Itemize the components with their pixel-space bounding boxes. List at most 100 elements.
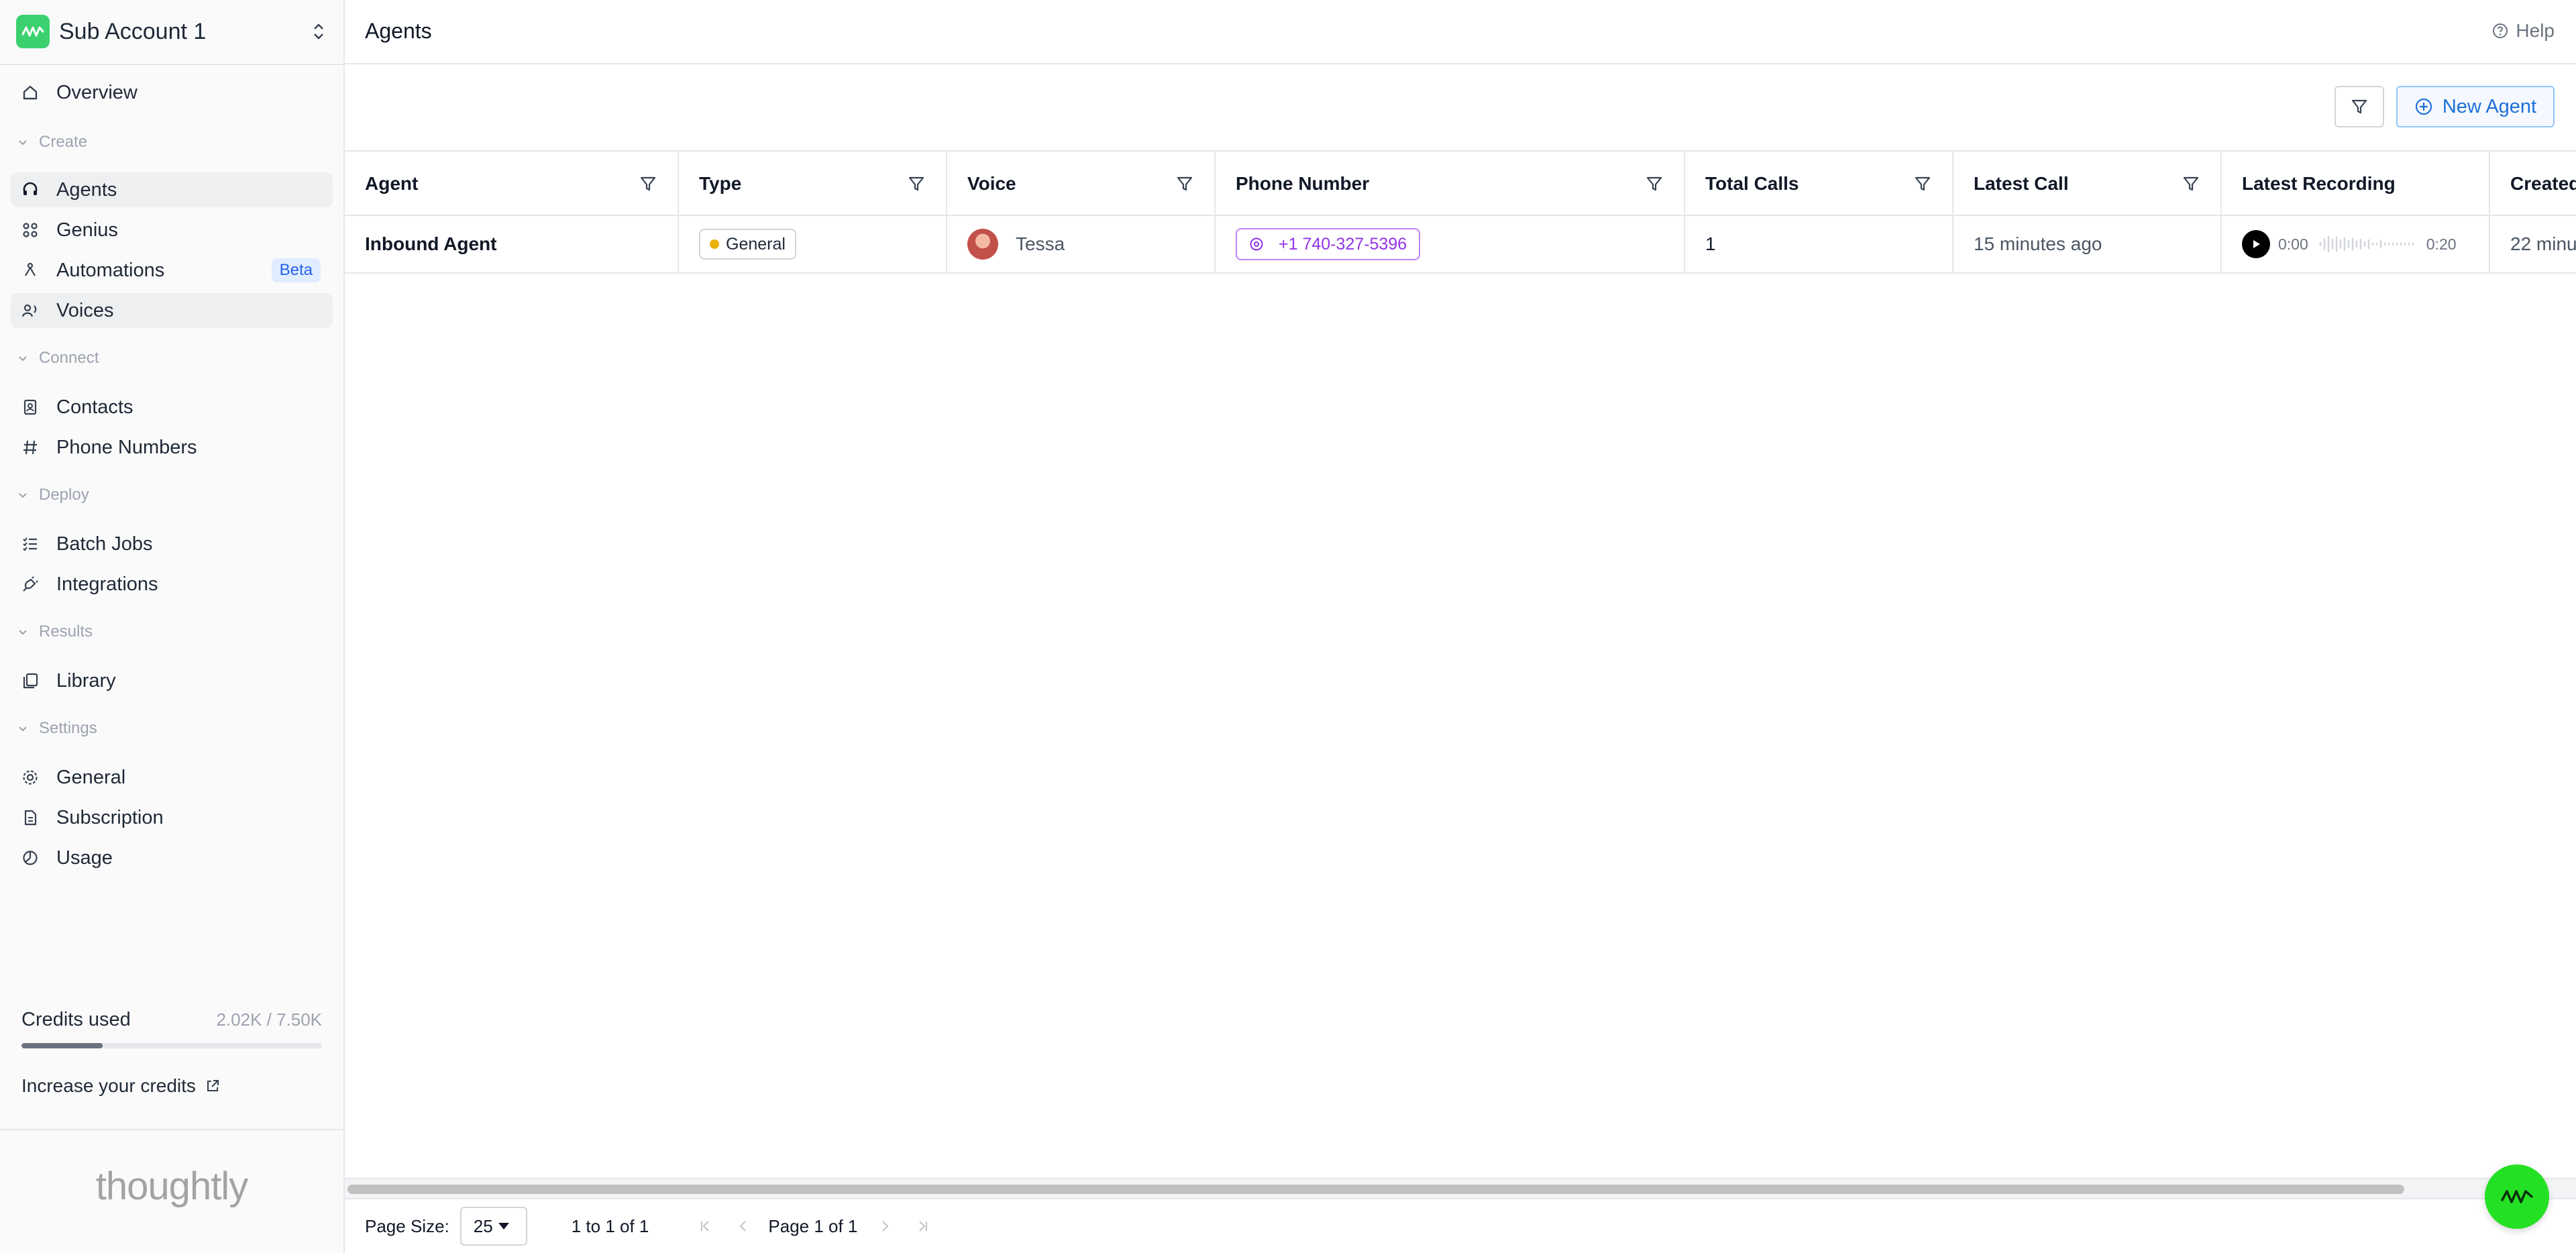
credits-progress-bar: [21, 1043, 322, 1048]
new-agent-button[interactable]: New Agent: [2396, 86, 2555, 127]
credits-meter: Credits used 2.02K / 7.50K: [21, 1009, 322, 1048]
column-header-total-calls[interactable]: Total Calls: [1685, 152, 1952, 216]
sidebar-item-agents[interactable]: Agents: [11, 172, 333, 207]
contacts-icon: [20, 397, 40, 417]
section-label: Results: [39, 622, 93, 641]
inbound-call-icon: [1249, 237, 1264, 252]
automation-icon: [20, 260, 40, 280]
chevron-down-icon: [17, 488, 31, 502]
brand-logo: thoughtly: [95, 1164, 248, 1208]
sidebar-item-label: Usage: [56, 847, 113, 869]
column-label: Latest Recording: [2242, 173, 2396, 194]
filter-button[interactable]: [2334, 86, 2384, 127]
cell-type: General: [679, 216, 946, 272]
sidebar-item-batch-jobs[interactable]: Batch Jobs: [11, 527, 333, 561]
sidebar-item-label: Contacts: [56, 396, 133, 418]
sidebar-item-library[interactable]: Library: [11, 663, 333, 698]
table-row[interactable]: Inbound Agent General Tessa +1 740-327-5…: [345, 216, 2576, 274]
column-filter-icon[interactable]: [2182, 174, 2200, 193]
increase-credits-link[interactable]: Increase your credits: [21, 1075, 221, 1097]
divider: [0, 1129, 343, 1130]
waveform-icon[interactable]: [2318, 234, 2418, 254]
sidebar-item-usage[interactable]: Usage: [11, 840, 333, 875]
cell-created: 22 minu: [2510, 233, 2576, 254]
sidebar-item-integrations[interactable]: Integrations: [11, 567, 333, 602]
column-header-type[interactable]: Type: [679, 152, 946, 216]
sidebar-item-general[interactable]: General: [11, 760, 333, 795]
play-icon: [2253, 240, 2260, 248]
play-button[interactable]: [2242, 230, 2270, 258]
column-header-latest-recording[interactable]: Latest Recording: [2222, 152, 2489, 216]
cell-latest-recording: 0:00 0:20: [2222, 216, 2489, 272]
section-create[interactable]: Create: [17, 133, 87, 152]
phone-number-pill[interactable]: +1 740-327-5396: [1236, 228, 1421, 260]
column-header-phone-number[interactable]: Phone Number: [1216, 152, 1684, 216]
chevron-updown-icon[interactable]: [309, 18, 329, 45]
page-size-select[interactable]: 25: [460, 1207, 527, 1246]
last-page-icon: [919, 1221, 928, 1232]
next-page-button[interactable]: [875, 1216, 895, 1236]
assistant-fab-button[interactable]: [2485, 1164, 2549, 1229]
sidebar-item-label: Batch Jobs: [56, 533, 153, 555]
column-header-created[interactable]: Created: [2490, 152, 2576, 216]
home-icon: [20, 83, 40, 103]
sidebar-item-overview[interactable]: Overview: [11, 75, 333, 110]
phone-number-label: +1 740-327-5396: [1279, 234, 1407, 254]
help-label: Help: [2516, 20, 2555, 41]
new-agent-label: New Agent: [2442, 95, 2537, 117]
account-switcher[interactable]: Sub Account 1: [16, 15, 329, 48]
column-label: Created: [2510, 173, 2576, 194]
last-page-button[interactable]: [912, 1216, 932, 1236]
previous-page-button[interactable]: [733, 1216, 753, 1236]
column-filter-icon[interactable]: [1913, 174, 1932, 193]
sidebar-item-label: Phone Numbers: [56, 436, 197, 458]
section-settings[interactable]: Settings: [17, 719, 97, 738]
sidebar-item-automations[interactable]: Automations Beta: [11, 253, 333, 288]
section-deploy[interactable]: Deploy: [17, 486, 89, 504]
waveform-logo-icon: [2501, 1190, 2533, 1203]
sidebar-item-label: Voices: [56, 299, 114, 321]
gear-icon: [20, 767, 40, 787]
sidebar-item-label: Automations: [56, 259, 165, 281]
column-label: Voice: [967, 173, 1016, 194]
increase-credits-label: Increase your credits: [21, 1075, 196, 1096]
logo-badge: [16, 15, 50, 48]
scrollbar-thumb[interactable]: [347, 1185, 2404, 1194]
sidebar-item-label: Library: [56, 669, 116, 692]
horizontal-scrollbar[interactable]: [345, 1178, 2576, 1198]
first-page-button[interactable]: [696, 1216, 716, 1236]
chevron-down-icon: [17, 135, 31, 149]
sidebar-item-voices[interactable]: Voices: [11, 293, 333, 328]
sidebar-item-phone-numbers[interactable]: Phone Numbers: [11, 430, 333, 465]
type-badge: General: [699, 229, 796, 260]
pagination-bar: Page Size: 25 1 to 1 of 1 Page 1 of 1: [345, 1198, 2576, 1253]
plus-circle-icon: [2414, 97, 2433, 116]
sidebar-item-label: Integrations: [56, 573, 158, 595]
divider: [0, 64, 343, 65]
section-connect[interactable]: Connect: [17, 349, 99, 368]
column-header-agent[interactable]: Agent: [345, 152, 678, 216]
sidebar-item-contacts[interactable]: Contacts: [11, 390, 333, 425]
chevron-left-icon: [739, 1221, 747, 1232]
caret-down-icon: [498, 1223, 509, 1230]
sidebar-item-genius[interactable]: Genius: [11, 213, 333, 248]
list-icon: [20, 534, 40, 554]
sidebar-item-label: Agents: [56, 178, 117, 201]
cell-agent[interactable]: Inbound Agent: [345, 216, 678, 272]
help-link[interactable]: Help: [2491, 20, 2555, 42]
section-label: Connect: [39, 349, 99, 367]
column-header-voice[interactable]: Voice: [947, 152, 1214, 216]
column-filter-icon[interactable]: [907, 174, 926, 193]
column-filter-icon[interactable]: [1175, 174, 1194, 193]
account-name: Sub Account 1: [59, 18, 207, 44]
sidebar-item-subscription[interactable]: Subscription: [11, 800, 333, 835]
sidebar-item-label: Subscription: [56, 806, 164, 828]
column-header-latest-call[interactable]: Latest Call: [1953, 152, 2220, 216]
plug-icon: [20, 574, 40, 594]
external-link-icon: [205, 1078, 221, 1094]
column-filter-icon[interactable]: [1645, 174, 1664, 193]
recording-duration: 0:20: [2426, 235, 2457, 253]
section-results[interactable]: Results: [17, 622, 93, 641]
column-filter-icon[interactable]: [639, 174, 657, 193]
help-circle-icon: [2491, 21, 2510, 40]
